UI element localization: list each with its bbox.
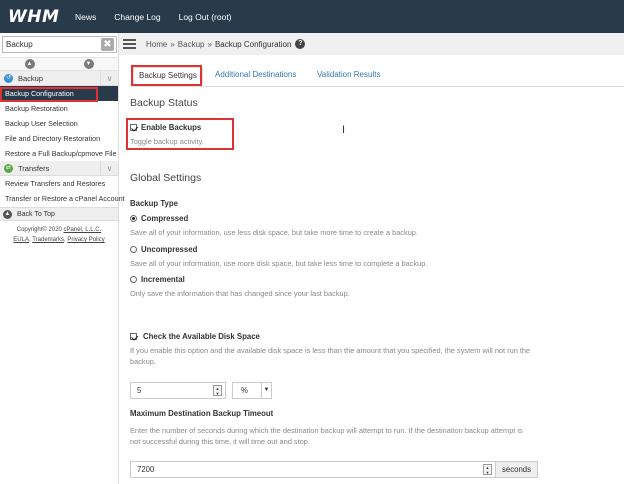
category-label: Backup (18, 73, 44, 83)
compressed-desc: Save all of your information, use less d… (130, 228, 418, 237)
disk-space-checkbox[interactable] (130, 333, 137, 340)
whm-logo[interactable]: WHM (8, 7, 64, 27)
uncompressed-label: Uncompressed (141, 245, 198, 254)
option-compressed[interactable]: Compressed (130, 214, 188, 223)
nav-logout-link[interactable]: Log Out (root) (179, 12, 232, 22)
transfers-icon: ⇄ (4, 163, 13, 173)
breadcrumb-separator: » (207, 39, 212, 49)
tab-bar: Backup Settings Additional Destinations … (131, 65, 624, 87)
expand-collapse-row: ▲ ▼ (0, 57, 118, 71)
tab-additional-destinations[interactable]: Additional Destinations (215, 70, 296, 79)
tab-validation-results[interactable]: Validation Results (317, 70, 380, 79)
copyright-text: Copyright© 2020 (16, 227, 62, 233)
sidebar-search: ✖ (2, 36, 117, 53)
arrow-up-icon: ▲ (3, 209, 12, 219)
tab-backup-settings[interactable]: Backup Settings (133, 67, 203, 84)
enable-backups-desc: Toggle backup activity. (130, 137, 204, 146)
global-settings-heading: Global Settings (130, 172, 202, 184)
breadcrumb: Home » Backup » Backup Configuration ? (146, 39, 306, 49)
disk-space-label: Check the Available Disk Space (143, 332, 260, 341)
backup-status-heading: Backup Status (130, 97, 198, 109)
chevron-down-icon: ▼ (261, 383, 271, 398)
top-nav: News Change Log Log Out (root) (75, 12, 250, 22)
spinner-icon[interactable]: ▲ ▼ (213, 385, 222, 396)
clear-search-icon[interactable]: ✖ (101, 38, 114, 51)
compressed-label: Compressed (141, 214, 189, 223)
breadcrumb-backup[interactable]: Backup (178, 40, 205, 49)
timeout-value: 7200 (137, 465, 155, 474)
nav-news-link[interactable]: News (75, 12, 96, 22)
search-input[interactable] (2, 36, 117, 53)
collapse-all-button[interactable]: ▲ (0, 58, 59, 70)
disk-space-value: 5 (137, 386, 142, 395)
disk-space-desc: If you enable this option and the availa… (130, 346, 531, 366)
breadcrumb-separator: » (170, 39, 175, 49)
timeout-input[interactable]: 7200 ▲ ▼ (130, 461, 496, 478)
backup-type-label: Backup Type (130, 199, 178, 208)
chevron-down-icon[interactable]: ∨ (100, 161, 118, 176)
chevron-up-icon: ▲ (24, 59, 35, 69)
compressed-radio[interactable] (130, 215, 137, 222)
chevron-down-icon: ▼ (83, 59, 94, 69)
disk-space-input[interactable]: 5 ▲ ▼ (130, 382, 226, 399)
disk-space-row: Check the Available Disk Space (130, 332, 260, 341)
backup-icon: ↺ (4, 73, 13, 83)
back-to-top-button[interactable]: ▲ Back To Top (0, 207, 118, 221)
eula-link[interactable]: EULA (13, 237, 29, 243)
option-incremental[interactable]: Incremental (130, 275, 185, 284)
company-link[interactable]: cPanel, L.L.C. (64, 227, 102, 233)
enable-backups-checkbox[interactable] (130, 124, 137, 131)
uncompressed-radio[interactable] (130, 246, 137, 253)
top-bar: WHM News Change Log Log Out (root) (0, 0, 624, 33)
sidebar-item-restore-full-backup[interactable]: Restore a Full Backup/cpmove File (0, 146, 118, 161)
sidebar-item-backup-user-selection[interactable]: Backup User Selection (0, 116, 118, 131)
category-label: Transfers (18, 163, 50, 173)
incremental-label: Incremental (141, 275, 185, 284)
timeout-desc: Enter the number of seconds during which… (130, 426, 523, 446)
nav-changelog-link[interactable]: Change Log (114, 12, 160, 22)
sidebar-item-file-directory-restoration[interactable]: File and Directory Restoration (0, 131, 118, 146)
sidebar-item-review-transfers[interactable]: Review Transfers and Restores (0, 176, 118, 191)
timeout-unit-addon: seconds (495, 461, 538, 478)
timeout-label: Maximum Destination Backup Timeout (130, 409, 274, 418)
copyright: Copyright© 2020 cPanel, L.L.C. EULA, Tra… (13, 227, 105, 243)
sidebar-item-backup-restoration[interactable]: Backup Restoration (0, 101, 118, 116)
back-to-top-label: Back To Top (17, 210, 55, 218)
help-icon[interactable]: ? (295, 39, 306, 49)
expand-all-button[interactable]: ▼ (59, 58, 118, 70)
category-backup[interactable]: ↺ Backup ∨ (0, 71, 118, 86)
disk-unit-select[interactable]: % ▼ (232, 382, 272, 399)
logo-text: WHM (8, 6, 60, 27)
enable-backups-label: Enable Backups (141, 123, 202, 132)
spinner-icon[interactable]: ▲ ▼ (483, 464, 492, 475)
chevron-down-icon[interactable]: ∨ (100, 71, 118, 86)
breadcrumb-current: Backup Configuration (214, 39, 292, 49)
disk-unit-value: % (241, 386, 248, 395)
trademarks-link[interactable]: Trademarks (32, 237, 64, 243)
incremental-desc: Only save the information that has chang… (130, 289, 350, 298)
category-transfers[interactable]: ⇄ Transfers ∨ (0, 161, 118, 176)
breadcrumb-home[interactable]: Home (146, 40, 167, 49)
sidebar-item-backup-configuration[interactable]: Backup Configuration (0, 86, 118, 101)
menu-toggle-icon[interactable] (123, 39, 136, 49)
enable-backups-row: Enable Backups (130, 123, 201, 132)
privacy-policy-link[interactable]: Privacy Policy (67, 237, 104, 243)
sidebar: ✖ ▲ ▼ ↺ Backup ∨ Backup Configuration Ba… (0, 33, 125, 484)
uncompressed-desc: Save all of your information, use more d… (130, 259, 428, 268)
mouse-cursor-icon: I (342, 124, 346, 136)
breadcrumb-bar: Home » Backup » Backup Configuration ? (119, 33, 624, 55)
incremental-radio[interactable] (130, 276, 137, 283)
option-uncompressed[interactable]: Uncompressed (130, 245, 197, 254)
sidebar-item-transfer-restore-account[interactable]: Transfer or Restore a cPanel Account (0, 191, 125, 206)
main-content: Backup Settings Additional Destinations … (119, 55, 624, 484)
